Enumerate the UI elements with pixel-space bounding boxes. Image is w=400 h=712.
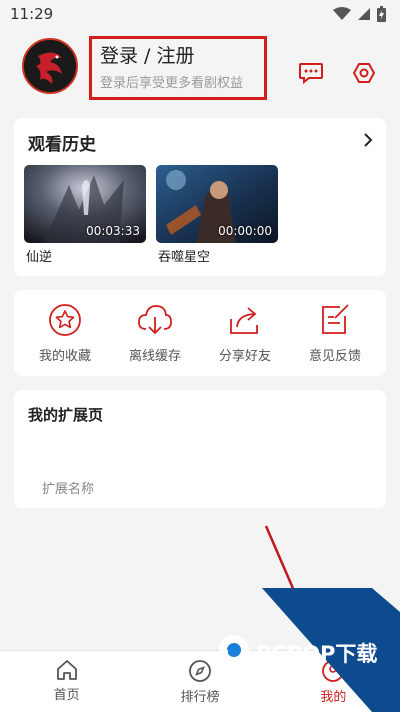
feedback-button[interactable]: 意见反馈 <box>295 303 375 364</box>
history-title: 观看历史 <box>28 135 96 155</box>
share-friends-button[interactable]: 分享好友 <box>205 303 285 364</box>
history-item-thumbnail[interactable]: 00:00:00 <box>156 165 278 243</box>
settings-button[interactable] <box>349 58 379 88</box>
history-item-thumbnail[interactable]: 00:03:33 <box>24 165 146 243</box>
status-time: 11:29 <box>10 5 54 23</box>
chevron-right-icon[interactable] <box>362 132 374 148</box>
history-item-time: 00:00:00 <box>218 224 272 238</box>
quick-actions-card: 我的收藏 离线缓存 分享好友 意见反馈 <box>14 290 386 376</box>
tab-label: 首页 <box>53 688 80 703</box>
action-label: 意见反馈 <box>308 348 361 364</box>
history-item-time: 00:03:33 <box>86 224 140 238</box>
watermark-logo: PCPOP下载 PCPOP Download <box>214 634 400 678</box>
pcpop-logo-icon <box>219 635 249 676</box>
wifi-icon <box>333 7 351 20</box>
history-item-title[interactable]: 仙逆 <box>26 246 52 265</box>
battery-icon <box>377 6 386 22</box>
offline-cache-button[interactable]: 离线缓存 <box>115 303 195 364</box>
watermark-subtext: PCPOP Download <box>258 664 319 672</box>
compass-icon <box>189 660 211 682</box>
action-label: 分享好友 <box>218 348 271 364</box>
feedback-icon <box>322 303 349 334</box>
tab-home[interactable]: 首页 <box>0 651 133 712</box>
login-register-box[interactable]: 登录 / 注册 登录后享受更多看剧权益 <box>89 36 267 100</box>
profile-header: 登录 / 注册 登录后享受更多看剧权益 <box>0 30 400 110</box>
message-button[interactable] <box>296 58 326 88</box>
login-title[interactable]: 登录 / 注册 <box>100 44 256 68</box>
signal-icon <box>358 8 370 20</box>
home-icon <box>56 660 77 680</box>
share-icon <box>230 306 258 334</box>
login-subtitle: 登录后享受更多看剧权益 <box>100 76 244 91</box>
action-label: 离线缓存 <box>128 348 181 364</box>
status-bar: 11:29 <box>0 0 400 28</box>
favorites-button[interactable]: 我的收藏 <box>25 303 105 364</box>
action-label: 我的收藏 <box>38 348 91 364</box>
extensions-title: 我的扩展页 <box>28 406 104 424</box>
watch-history-card: 观看历史 00:03:33 仙逆 00:00:00 吞噬星空 <box>14 118 386 276</box>
download-icon <box>138 304 172 334</box>
star-icon <box>49 303 81 336</box>
extension-item[interactable]: 扩展名称 <box>42 478 94 497</box>
dragon-logo-icon <box>24 40 76 92</box>
tab-label: 排行榜 <box>180 690 220 705</box>
extensions-card: 我的扩展页 扩展名称 <box>14 390 386 508</box>
settings-icon <box>353 63 375 83</box>
avatar[interactable] <box>22 38 78 94</box>
message-icon <box>299 63 323 85</box>
history-item-title[interactable]: 吞噬星空 <box>158 246 210 265</box>
